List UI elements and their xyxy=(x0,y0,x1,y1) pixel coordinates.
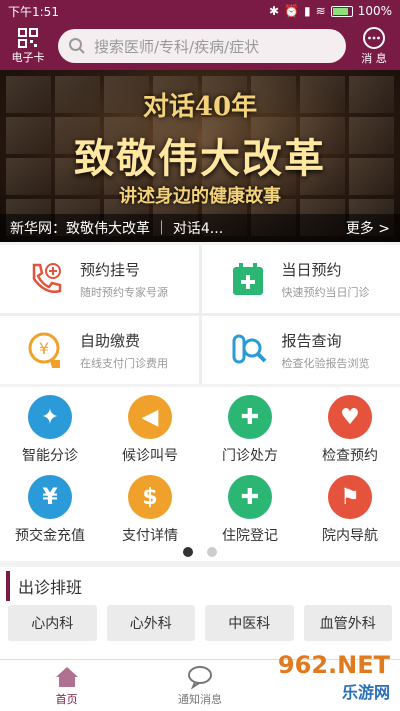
department-list: 心内科 心外科 中医科 血管外科 xyxy=(0,605,400,641)
quick-service-sub: 随时预约专家号源 xyxy=(80,285,168,299)
signal-icon: ▮ xyxy=(304,4,311,18)
section-accent-bar xyxy=(6,571,10,601)
prescription-icon: ✚ xyxy=(228,395,272,439)
page-dot-active[interactable] xyxy=(183,547,193,557)
banner-line-2: 致敬伟大改革 xyxy=(74,135,326,182)
feature-label: 住院登记 xyxy=(222,528,278,544)
feature-item[interactable]: ¥ 预交金充值 xyxy=(0,475,100,555)
tab-home-label: 首页 xyxy=(55,692,78,706)
battery-icon xyxy=(330,5,353,17)
quick-service-title: 当日预约 xyxy=(281,260,342,279)
feature-label: 支付详情 xyxy=(122,528,178,544)
department-button[interactable]: 心内科 xyxy=(8,605,97,641)
triage-arrows-icon: ✦ xyxy=(28,395,72,439)
message-button[interactable]: 消 息 xyxy=(354,26,394,66)
status-time: 下午1:51 xyxy=(8,4,59,19)
watermark-line-1: 962.NET xyxy=(277,651,390,679)
page-indicator xyxy=(0,547,400,557)
quick-service-reports[interactable]: 报告查询 检查化验报告浏览 xyxy=(201,316,400,384)
tab-notices-label: 通知消息 xyxy=(177,692,222,706)
feature-item[interactable]: ✚ 门诊处方 xyxy=(200,395,300,475)
alarm-icon: ⏰ xyxy=(284,4,300,18)
quick-service-sub: 检查化验报告浏览 xyxy=(281,356,370,370)
calendar-plus-icon xyxy=(232,263,263,295)
schedule-header: 出诊排班 xyxy=(0,567,400,605)
feature-label: 预交金充值 xyxy=(15,528,85,544)
banner-more-link[interactable]: 更多 > xyxy=(346,218,390,238)
feature-label: 院内导航 xyxy=(322,528,378,544)
bottom-tab-bar: 首页 通知消息 962.NET 乐游网 xyxy=(0,651,400,711)
map-pin-icon: ⚑ xyxy=(328,475,372,519)
quick-service-sub: 在线支付门诊费用 xyxy=(80,356,168,370)
department-button[interactable]: 血管外科 xyxy=(303,605,392,641)
wifi-icon: ≋ xyxy=(315,4,326,18)
speaker-icon: ◀ xyxy=(128,395,172,439)
banner-caption: 新华网：致敬伟大改革 ｜ 对话4... 更多 > xyxy=(0,214,400,242)
quick-service-payment[interactable]: ¥ 自助缴费 在线支付门诊费用 xyxy=(0,316,199,384)
search-input[interactable]: 搜索医师/专科/疾病/症状 xyxy=(58,29,346,63)
speech-bubble-icon xyxy=(187,665,212,689)
yuan-icon: ¥ xyxy=(28,475,72,519)
feature-item[interactable]: ♥ 检查预约 xyxy=(300,395,400,475)
top-bar: 电子卡 搜索医师/专科/疾病/症状 消 息 xyxy=(0,22,400,70)
ecard-button[interactable]: 电子卡 xyxy=(6,27,50,65)
yuan-coin-icon: ¥ xyxy=(28,332,60,368)
phone-plus-icon xyxy=(32,263,62,293)
feature-item[interactable]: ⚑ 院内导航 xyxy=(300,475,400,555)
schedule-title: 出诊排班 xyxy=(18,578,83,597)
feature-label: 智能分诊 xyxy=(22,448,78,464)
news-banner[interactable]: 对话40年 致敬伟大改革 讲述身边的健康故事 新华网：致敬伟大改革 ｜ 对话4.… xyxy=(0,70,400,242)
watermark-logo: 962.NET 乐游网 xyxy=(278,651,390,703)
page-dot[interactable] xyxy=(207,547,217,557)
report-search-icon xyxy=(232,334,266,364)
department-button[interactable]: 中医科 xyxy=(205,605,294,641)
feature-item[interactable]: $ 支付详情 xyxy=(100,475,200,555)
battery-percent: 100% xyxy=(357,4,392,18)
search-placeholder: 搜索医师/专科/疾病/症状 xyxy=(94,37,260,56)
hospital-register-icon: ✚ xyxy=(228,475,272,519)
quick-service-title: 报告查询 xyxy=(281,331,342,350)
quick-services: 预约挂号 随时预约专家号源 当日预约 快速预约当日门诊 ¥ 自助缴费 在线支付门… xyxy=(0,245,400,384)
tab-home[interactable]: 首页 xyxy=(0,660,133,711)
chat-bubble-icon xyxy=(363,27,385,49)
money-bag-icon: $ xyxy=(128,475,172,519)
feature-label: 检查预约 xyxy=(322,448,378,464)
home-icon xyxy=(55,666,78,687)
quick-service-appointment[interactable]: 预约挂号 随时预约专家号源 xyxy=(0,245,199,313)
svg-text:¥: ¥ xyxy=(39,339,49,358)
checkup-icon: ♥ xyxy=(328,395,372,439)
feature-item[interactable]: ✦ 智能分诊 xyxy=(0,395,100,475)
feature-item[interactable]: ◀ 候诊叫号 xyxy=(100,395,200,475)
qr-code-icon xyxy=(18,28,38,48)
tab-notices[interactable]: 通知消息 xyxy=(133,660,266,711)
feature-grid: ✦ 智能分诊 ◀ 候诊叫号 ✚ 门诊处方 ♥ 检查预约 ¥ 预交金充值 $ 支付详情 ✚ 住院登记 ⚑ 院内… xyxy=(0,387,400,561)
banner-caption-text: 新华网：致敬伟大改革 ｜ 对话4... xyxy=(10,221,224,237)
feature-label: 门诊处方 xyxy=(222,448,278,464)
ecard-label: 电子卡 xyxy=(11,51,45,64)
banner-line-3: 讲述身边的健康故事 xyxy=(119,186,281,207)
bluetooth-icon: ✱ xyxy=(269,4,280,18)
quick-service-sub: 快速预约当日门诊 xyxy=(281,285,370,299)
quick-service-same-day[interactable]: 当日预约 快速预约当日门诊 xyxy=(201,245,400,313)
quick-service-title: 预约挂号 xyxy=(80,260,141,279)
quick-service-title: 自助缴费 xyxy=(80,331,141,350)
feature-item[interactable]: ✚ 住院登记 xyxy=(200,475,300,555)
department-button[interactable]: 心外科 xyxy=(106,605,195,641)
feature-label: 候诊叫号 xyxy=(122,448,178,464)
watermark-line-2: 乐游网 xyxy=(341,683,390,702)
banner-line-1: 对话40年 xyxy=(142,92,258,122)
status-bar: 下午1:51 ✱ ⏰ ▮ ≋ 100% xyxy=(0,0,400,22)
search-icon xyxy=(69,38,85,54)
message-label: 消 息 xyxy=(361,52,387,65)
